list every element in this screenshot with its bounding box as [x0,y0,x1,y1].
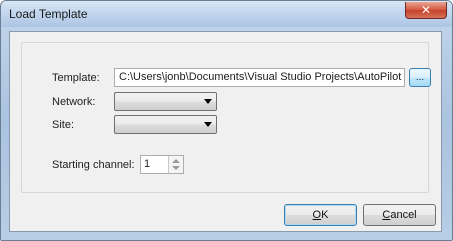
ok-button[interactable]: OK [284,204,357,226]
stepper-buttons [168,156,183,173]
dialog-body: Template: C:\Users\jonb\Documents\Visual… [9,31,442,232]
site-label: Site: [52,119,75,131]
template-label: Template: [52,72,100,84]
load-template-dialog: Load Template ✕ Template: C:\Users\jonb\… [0,0,453,241]
starting-channel-stepper[interactable]: 1 [140,155,184,174]
template-path-value: C:\Users\jonb\Documents\Visual Studio Pr… [119,71,402,83]
chevron-down-icon [204,99,212,104]
stepper-down-icon[interactable] [172,166,180,170]
ok-label: K [321,209,329,221]
dialog-title: Load Template [9,7,88,21]
starting-channel-value: 1 [144,158,151,170]
starting-channel-label: Starting channel: [52,159,135,171]
chevron-down-icon [204,122,212,127]
close-button[interactable]: ✕ [405,2,447,19]
cancel-mnemonic: C [382,209,391,221]
stepper-up-icon[interactable] [172,159,180,163]
cancel-button[interactable]: Cancel [363,204,436,226]
network-dropdown[interactable] [114,92,217,111]
ellipsis-icon: ... [415,72,425,83]
close-icon: ✕ [420,3,432,17]
template-path-field[interactable]: C:\Users\jonb\Documents\Visual Studio Pr… [114,68,405,87]
title-bar[interactable]: Load Template ✕ [1,1,452,27]
browse-button[interactable]: ... [409,68,431,87]
ok-mnemonic: O [312,209,322,221]
settings-group: Template: C:\Users\jonb\Documents\Visual… [21,42,431,193]
cancel-label: ancel [390,209,417,221]
site-dropdown[interactable] [114,115,217,134]
network-label: Network: [52,96,96,108]
